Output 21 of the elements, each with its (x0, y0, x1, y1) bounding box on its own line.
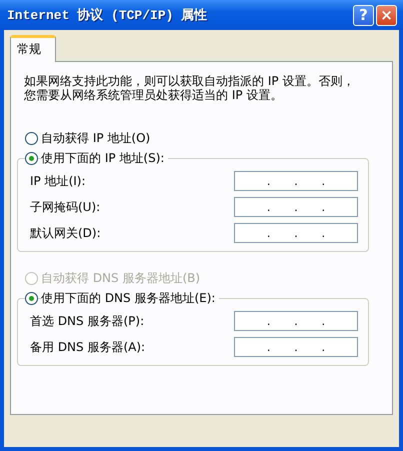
field-label: 备用 DNS 服务器(A): (30, 338, 146, 356)
radio-label: 使用下面的 DNS 服务器地址(E): (41, 290, 220, 306)
ip-address-field[interactable]: . . . (234, 223, 358, 243)
close-button[interactable]: × (376, 4, 397, 26)
field-label: 首选 DNS 服务器(P): (30, 312, 144, 330)
tab[interactable]: 常规 (10, 35, 56, 62)
ip-address-field[interactable]: . . . (234, 197, 358, 217)
field-label: IP 地址(I): (30, 172, 86, 190)
field-label: 子网掩码(U): (30, 198, 100, 216)
ip-address-field[interactable]: . . . (234, 337, 358, 357)
field-label: 默认网关(D): (30, 224, 101, 242)
radio-button[interactable] (25, 292, 38, 304)
radio-button[interactable] (25, 132, 38, 144)
ip-address-field[interactable]: . . . (234, 171, 358, 191)
radio-label: 使用下面的 IP 地址(S): (41, 150, 168, 166)
ip-address-field[interactable]: . . . (234, 311, 358, 331)
window-title: Internet 协议 (TCP/IP) 属性 (7, 6, 208, 24)
description-text: 如果网络支持此功能，则可以获取自动指派的 IP 设置。否则， (24, 74, 354, 88)
description-text: 您需要从网络系统管理员处获得适当的 IP 设置。 (24, 88, 282, 102)
help-button[interactable]: ? (353, 4, 374, 26)
radio-button[interactable] (25, 152, 38, 164)
